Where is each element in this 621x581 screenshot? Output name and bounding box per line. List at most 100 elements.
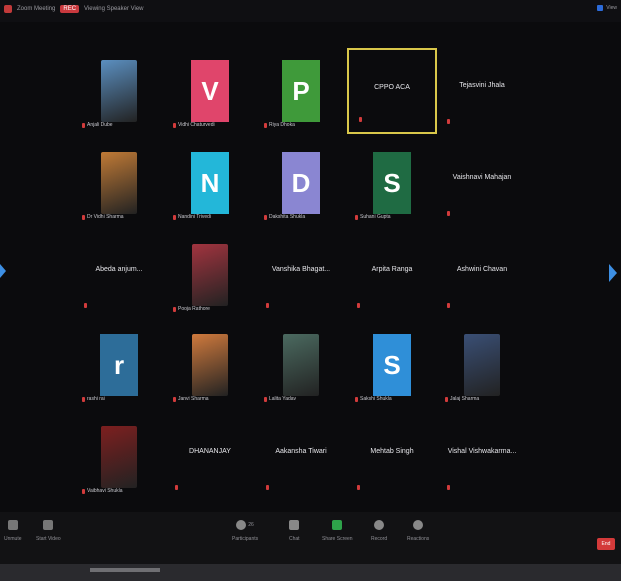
muted-mic-icon bbox=[82, 488, 85, 494]
avatar: D bbox=[282, 152, 320, 214]
participant-name: Lalita Yadav bbox=[269, 396, 297, 402]
participant-name: Mehtab Singh bbox=[370, 448, 414, 455]
app-title: Zoom Meeting bbox=[17, 6, 56, 12]
participant-name: Anjali Dube bbox=[87, 122, 113, 128]
share-screen-button[interactable]: Share Screen bbox=[322, 520, 353, 542]
participant-name: DHANANJAY bbox=[189, 448, 231, 455]
participant-tile[interactable]: D Dakshita Shukla bbox=[256, 140, 346, 226]
participant-tile[interactable]: Abeda anjum... bbox=[74, 232, 164, 318]
muted-mic-icon bbox=[266, 485, 269, 490]
participant-name: rashi rai bbox=[87, 396, 105, 402]
muted-mic-icon bbox=[173, 306, 176, 312]
avatar: P bbox=[282, 60, 320, 122]
muted-mic-icon bbox=[84, 303, 87, 308]
participant-tile[interactable]: Janvi Sharma bbox=[165, 322, 255, 408]
taskbar bbox=[0, 564, 621, 581]
participant-name: Aakansha Tiwari bbox=[275, 448, 327, 455]
muted-mic-icon bbox=[447, 485, 450, 490]
participant-name: Pooja Rathore bbox=[178, 306, 210, 312]
participant-tile[interactable]: Lalita Yadav bbox=[256, 322, 346, 408]
record-button[interactable]: Record bbox=[371, 520, 387, 542]
participant-tile[interactable]: N Nandini Trivedi bbox=[165, 140, 255, 226]
participant-tile[interactable]: S Sakshi Shukla bbox=[347, 322, 437, 408]
participant-tile[interactable]: P Riya Dhoka bbox=[256, 48, 346, 134]
meeting-toolbar: Unmute Start Video 26 Participants Chat … bbox=[0, 512, 621, 564]
end-meeting-button[interactable]: End bbox=[597, 538, 615, 550]
participant-name: Riya Dhoka bbox=[269, 122, 295, 128]
profile-photo bbox=[101, 152, 137, 214]
muted-mic-icon bbox=[447, 303, 450, 308]
participant-tile[interactable]: Vaishnavi Mahajan bbox=[437, 140, 527, 226]
participant-tile[interactable]: Vanshika Bhagat... bbox=[256, 232, 346, 318]
muted-mic-icon bbox=[173, 122, 176, 128]
participant-name: Vaishnavi Mahajan bbox=[452, 174, 512, 181]
participant-tile[interactable]: Anjali Dube bbox=[74, 48, 164, 134]
participant-tile[interactable]: Vaibhavi Shukla bbox=[74, 414, 164, 500]
muted-mic-icon bbox=[359, 117, 362, 122]
participant-tile[interactable]: r rashi rai bbox=[74, 322, 164, 408]
reactions-button[interactable]: Reactions bbox=[407, 520, 429, 542]
participant-tile[interactable]: Tejasvini Jhala bbox=[437, 48, 527, 134]
meeting-window: Zoom Meeting REC Viewing Speaker View Vi… bbox=[0, 0, 621, 581]
participant-name: Nandini Trivedi bbox=[178, 214, 212, 220]
muted-mic-icon bbox=[175, 485, 178, 490]
participant-name: Tejasvini Jhala bbox=[459, 82, 505, 89]
unmute-button[interactable]: Unmute bbox=[4, 520, 22, 542]
participant-tile[interactable]: Arpita Ranga bbox=[347, 232, 437, 318]
microphone-icon bbox=[7, 520, 18, 530]
view-label[interactable]: View bbox=[606, 5, 617, 11]
participant-tile[interactable]: V Vidhi Chaturvedi bbox=[165, 48, 255, 134]
top-bar: Zoom Meeting REC Viewing Speaker View Vi… bbox=[0, 0, 621, 22]
muted-mic-icon bbox=[82, 214, 85, 220]
participants-icon bbox=[236, 520, 247, 530]
muted-mic-icon bbox=[173, 396, 176, 402]
profile-photo bbox=[283, 334, 319, 396]
taskbar-item bbox=[90, 568, 160, 572]
muted-mic-icon bbox=[264, 214, 267, 220]
meeting-info: Viewing Speaker View bbox=[84, 6, 144, 12]
participant-name: Sakshi Shukla bbox=[360, 396, 392, 402]
participant-tile[interactable]: Aakansha Tiwari bbox=[256, 414, 346, 500]
start-video-button[interactable]: Start Video bbox=[36, 520, 61, 542]
participant-name: Vaibhavi Shukla bbox=[87, 488, 123, 494]
participant-tile[interactable]: S Suhani Gupta bbox=[347, 140, 437, 226]
muted-mic-icon bbox=[82, 122, 85, 128]
profile-photo bbox=[101, 60, 137, 122]
video-camera-icon bbox=[43, 520, 54, 530]
avatar: V bbox=[191, 60, 229, 122]
next-page-arrow-icon[interactable] bbox=[609, 264, 617, 282]
participant-name: Dr Vidhi Sharma bbox=[87, 214, 124, 220]
participant-tile[interactable]: Jalaj Sharma bbox=[437, 322, 527, 408]
muted-mic-icon bbox=[355, 214, 358, 220]
participant-name: Arpita Ranga bbox=[371, 266, 413, 273]
participant-tile[interactable]: Pooja Rathore bbox=[165, 232, 255, 318]
participant-name: Vishal Vishwakarma... bbox=[447, 448, 517, 455]
record-icon bbox=[374, 520, 385, 530]
muted-mic-icon bbox=[264, 396, 267, 402]
avatar: S bbox=[373, 152, 411, 214]
participant-name: CPPO ACA bbox=[374, 84, 410, 91]
participants-button[interactable]: 26 Participants bbox=[232, 520, 258, 542]
avatar: S bbox=[373, 334, 411, 396]
prev-page-arrow-icon[interactable] bbox=[0, 264, 6, 278]
participant-name: Ashwini Chavan bbox=[456, 266, 508, 273]
view-icon[interactable] bbox=[597, 5, 604, 11]
participant-tile[interactable]: Dr Vidhi Sharma bbox=[74, 140, 164, 226]
chat-icon bbox=[289, 520, 300, 530]
muted-mic-icon bbox=[445, 396, 448, 402]
participant-tile[interactable]: Mehtab Singh bbox=[347, 414, 437, 500]
participant-tile[interactable]: Vishal Vishwakarma... bbox=[437, 414, 527, 500]
participant-tile[interactable]: CPPO ACA bbox=[347, 48, 437, 134]
share-screen-icon bbox=[332, 520, 343, 530]
participant-tile[interactable]: DHANANJAY bbox=[165, 414, 255, 500]
chat-button[interactable]: Chat bbox=[289, 520, 300, 542]
avatar: r bbox=[100, 334, 138, 396]
muted-mic-icon bbox=[447, 119, 450, 124]
shield-icon[interactable] bbox=[4, 5, 12, 13]
muted-mic-icon bbox=[447, 211, 450, 216]
recording-badge: REC bbox=[60, 5, 80, 13]
muted-mic-icon bbox=[357, 485, 360, 490]
muted-mic-icon bbox=[173, 214, 176, 220]
participant-tile[interactable]: Ashwini Chavan bbox=[437, 232, 527, 318]
participant-name: Janvi Sharma bbox=[178, 396, 209, 402]
